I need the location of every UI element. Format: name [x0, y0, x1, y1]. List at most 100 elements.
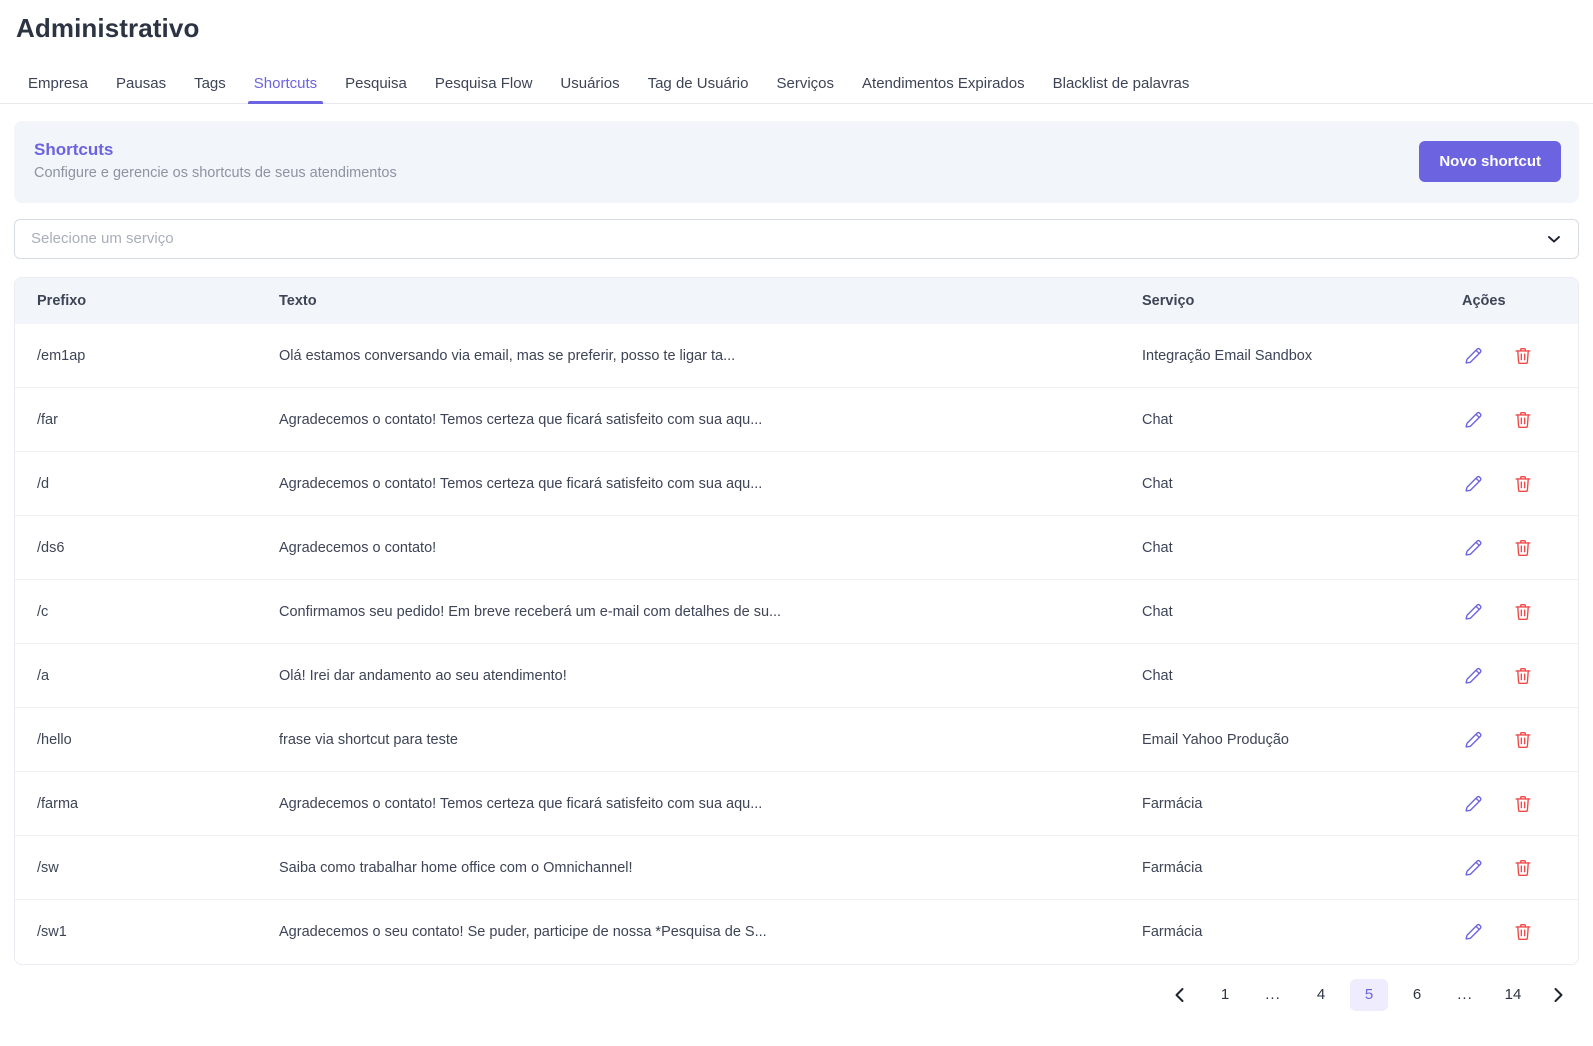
settings-tab-bar: Empresa Pausas Tags Shortcuts Pesquisa Pesqui…: [0, 46, 1593, 104]
cell-servico: Integração Email Sandbox: [1142, 347, 1313, 364]
tab-pausas[interactable]: Pausas: [102, 76, 180, 103]
tab-shortcuts[interactable]: Shortcuts: [240, 76, 331, 104]
cell-texto: Agradecemos o contato!: [279, 539, 437, 556]
cell-texto: Agradecemos o seu contato! Se puder, par…: [279, 924, 767, 941]
table-row: /far Agradecemos o contato! Temos certeza…: [15, 387, 1578, 452]
cell-servico: Email Yahoo Produção: [1142, 731, 1289, 748]
trash-icon[interactable]: [1512, 345, 1534, 367]
cell-acoes: [1448, 836, 1578, 900]
tab-tag-de-usuário[interactable]: Tag de Usuário: [634, 76, 763, 103]
pencil-icon[interactable]: [1462, 345, 1484, 367]
cell-prefixo: /d: [37, 475, 50, 492]
cell-texto: Confirmamos seu pedido! Em breve receber…: [279, 603, 782, 620]
cell-texto: Saiba como trabalhar home office com o O…: [279, 859, 633, 876]
cell-texto: Agradecemos o contato! Temos certeza que…: [279, 795, 763, 812]
trash-icon[interactable]: [1512, 409, 1534, 431]
shortcuts-table-card: Prefixo Texto Serviço Ações /em1ap Olá es…: [14, 276, 1579, 965]
cell-prefixo: /ds6: [37, 539, 65, 556]
row-actions: [1462, 601, 1566, 623]
cell-prefixo: /far: [37, 411, 58, 428]
cell-servico: Chat: [1142, 667, 1173, 684]
trash-icon[interactable]: [1512, 537, 1534, 559]
trash-icon[interactable]: [1512, 601, 1534, 623]
pencil-icon[interactable]: [1462, 921, 1484, 943]
row-actions: [1462, 793, 1566, 815]
row-actions: [1462, 921, 1566, 943]
header-card-titles: Shortcuts Configure e gerencie os shortc…: [34, 141, 397, 182]
shortcuts-table: Prefixo Texto Serviço Ações /em1ap Olá es…: [15, 277, 1578, 964]
trash-icon[interactable]: [1512, 857, 1534, 879]
service-filter-placeholder: Selecione um serviço: [31, 230, 174, 248]
pencil-icon[interactable]: [1462, 601, 1484, 623]
trash-icon[interactable]: [1512, 793, 1534, 815]
table-row: /sw Saiba como trabalhar home office com …: [15, 835, 1578, 900]
cell-texto: frase via shortcut para teste: [279, 731, 458, 748]
pencil-icon[interactable]: [1462, 409, 1484, 431]
pencil-icon[interactable]: [1462, 729, 1484, 751]
row-actions: [1462, 537, 1566, 559]
column-header-acoes: Ações: [1462, 292, 1506, 309]
cell-prefixo: /em1ap: [37, 347, 86, 364]
pagination-ellipsis: ...: [1446, 979, 1484, 1011]
cell-acoes: [1448, 644, 1578, 708]
tab-pesquisa[interactable]: Pesquisa: [331, 76, 421, 103]
tab-tags[interactable]: Tags: [180, 76, 240, 103]
trash-icon[interactable]: [1512, 473, 1534, 495]
chevron-down-icon: [1546, 231, 1562, 247]
tab-pesquisa-flow[interactable]: Pesquisa Flow: [421, 76, 547, 103]
new-shortcut-button[interactable]: Novo shortcut: [1419, 141, 1561, 183]
table-row: /em1ap Olá estamos conversando via email,…: [15, 324, 1578, 388]
table-head: Prefixo Texto Serviço Ações: [15, 277, 1578, 324]
pencil-icon[interactable]: [1462, 473, 1484, 495]
table-row: /farma Agradecemos o contato! Temos certe…: [15, 771, 1578, 836]
pagination-page-5[interactable]: 5: [1350, 978, 1388, 1011]
pencil-icon[interactable]: [1462, 793, 1484, 815]
table-row: /d Agradecemos o contato! Temos certeza q…: [15, 451, 1578, 516]
column-header-servico: Serviço: [1142, 292, 1195, 309]
table-row: /a Olá! Irei dar andamento ao seu atendim…: [15, 643, 1578, 708]
cell-servico: Farmácia: [1142, 795, 1203, 812]
header-card-title: Shortcuts: [34, 140, 114, 160]
table-row: /c Confirmamos seu pedido! Em breve receb…: [15, 579, 1578, 644]
chevron-right-icon[interactable]: [1541, 979, 1575, 1011]
cell-acoes: [1448, 900, 1578, 964]
tab-empresa[interactable]: Empresa: [14, 76, 102, 103]
shortcuts-header-card: Shortcuts Configure e gerencie os shortc…: [14, 120, 1579, 203]
cell-prefixo: /a: [37, 667, 50, 684]
cell-acoes: [1448, 324, 1578, 388]
cell-prefixo: /sw1: [37, 924, 67, 941]
cell-prefixo: /farma: [37, 795, 79, 812]
cell-servico: Farmácia: [1142, 924, 1203, 941]
row-actions: [1462, 857, 1566, 879]
tab-atendimentos-expirados[interactable]: Atendimentos Expirados: [848, 76, 1039, 103]
cell-prefixo: /hello: [37, 731, 72, 748]
pagination-page-1[interactable]: 1: [1206, 979, 1244, 1011]
chevron-left-icon[interactable]: [1163, 979, 1197, 1011]
tab-blacklist-de-palavras[interactable]: Blacklist de palavras: [1039, 76, 1204, 103]
pagination-page-6[interactable]: 6: [1398, 979, 1436, 1011]
pencil-icon[interactable]: [1462, 857, 1484, 879]
cell-texto: Olá estamos conversando via email, mas s…: [279, 347, 736, 364]
cell-texto: Agradecemos o contato! Temos certeza que…: [279, 475, 763, 492]
cell-servico: Chat: [1142, 603, 1173, 620]
service-filter-select[interactable]: Selecione um serviço: [14, 218, 1579, 259]
trash-icon[interactable]: [1512, 921, 1534, 943]
cell-servico: Chat: [1142, 539, 1173, 556]
trash-icon[interactable]: [1512, 665, 1534, 687]
column-header-texto: Texto: [279, 292, 317, 309]
table-row: /ds6 Agradecemos o contato! Chat: [15, 515, 1578, 580]
pagination-page-14[interactable]: 14: [1494, 979, 1532, 1011]
pencil-icon[interactable]: [1462, 537, 1484, 559]
table-row: /sw1 Agradecemos o seu contato! Se puder,…: [15, 899, 1578, 964]
tab-serviços[interactable]: Serviços: [763, 76, 849, 103]
column-header-prefixo: Prefixo: [37, 292, 87, 309]
pagination-page-4[interactable]: 4: [1302, 979, 1340, 1011]
pagination-ellipsis: ...: [1254, 979, 1292, 1011]
row-actions: [1462, 409, 1566, 431]
tab-usuários[interactable]: Usuários: [546, 76, 633, 103]
row-actions: [1462, 473, 1566, 495]
table-row: /hello frase via shortcut para teste Email…: [15, 707, 1578, 772]
trash-icon[interactable]: [1512, 729, 1534, 751]
cell-servico: Farmácia: [1142, 859, 1203, 876]
pencil-icon[interactable]: [1462, 665, 1484, 687]
